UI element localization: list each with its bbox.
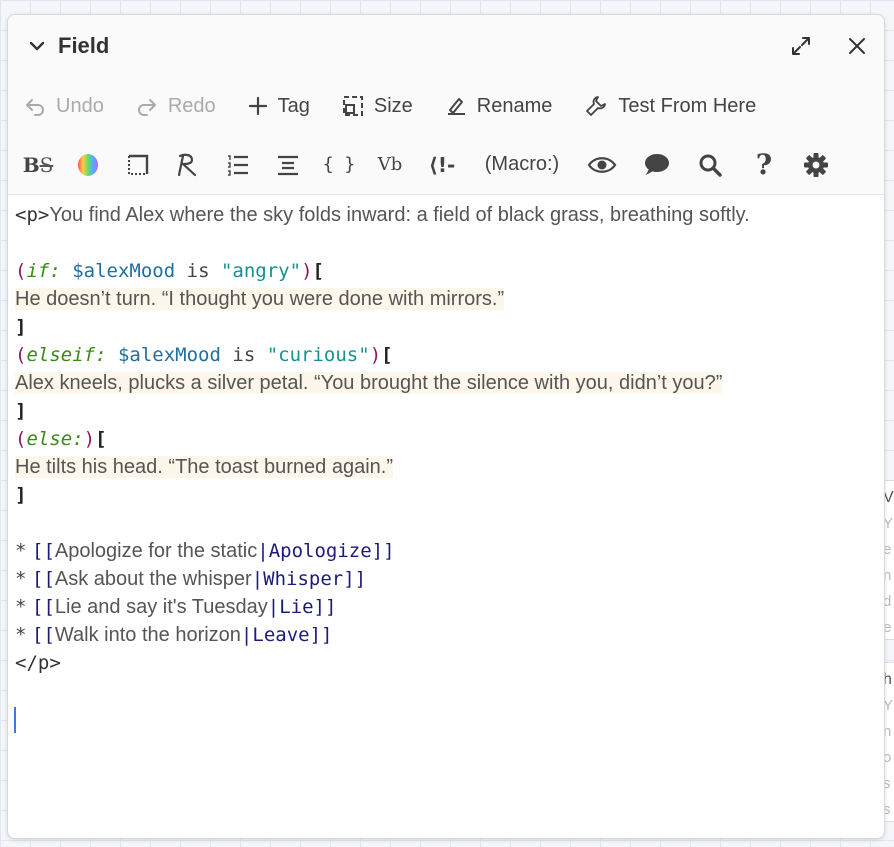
tag-label: Tag [277,94,310,117]
link-line: * [[Ask about the whisper|Whisper]] [15,568,367,590]
strike-icon: S [39,152,54,177]
editor-line: (elseif: $alexMood is "curious")[ [15,344,393,366]
braces-icon: { } [322,154,356,175]
editor-line: Alex kneels, plucks a silver petal. “You… [15,372,723,394]
editor-line: He tilts his head. “The toast burned aga… [15,456,393,478]
format-toolbar: BS { } Vb ⟨!- (Macro:) ? [8,135,884,195]
chevron-down-icon[interactable] [26,35,48,57]
undo-icon [26,99,44,116]
question-icon: ? [755,148,773,181]
editor-line: <p>You find Alex where the sky folds inw… [15,204,750,226]
editor-line: ] [15,400,27,422]
verbatim-button[interactable]: Vb [372,145,408,185]
link-line: * [[Apologize for the static|Apologize]] [15,540,395,562]
editor-line: He doesn’t turn. “I thought you were don… [15,288,505,310]
speech-button[interactable] [636,145,676,185]
comment-code-icon: ⟨!- [428,152,456,177]
bold-strike-button[interactable]: BS [20,145,56,185]
test-from-here-button[interactable]: Test From Here [584,94,756,118]
search-icon [699,154,722,177]
list-icon [228,154,248,176]
rotate-text-button[interactable] [170,145,206,185]
tag-button[interactable]: Tag [248,95,310,118]
size-button[interactable]: Size [342,95,413,118]
color-button[interactable] [70,145,106,185]
dialog-title: Field [58,33,110,58]
settings-button[interactable] [798,145,834,185]
size-icon [342,96,363,116]
speech-bubble-icon [645,153,669,175]
link-line: * [[Lie and say it's Tuesday|Lie]] [15,596,337,618]
editor-line: (else:)[ [15,428,107,450]
passage-text-editor[interactable]: <p>You find Alex where the sky folds inw… [8,195,884,733]
bold-icon: B [22,152,40,177]
macro-label: (Macro:) [484,153,560,175]
rainbow-color-icon [78,153,98,176]
size-label: Size [373,94,413,117]
passage-edit-dialog: Field Undo Redo Tag Size Rename Test Fro… [7,14,885,839]
editor-line: ] [15,316,27,338]
border-button[interactable] [120,145,156,185]
editor-line: ] [15,484,27,506]
find-button[interactable] [690,145,730,185]
macro-button[interactable]: (Macro:) [476,145,568,185]
dialog-titlebar: Field [8,15,884,77]
rename-button[interactable]: Rename [445,94,553,118]
editor-line: (if: $alexMood is "angry")[ [15,260,324,282]
align-center-button[interactable] [270,145,306,185]
preview-button[interactable] [582,145,622,185]
border-icon [128,154,149,175]
verbatim-icon: Vb [377,154,403,175]
test-from-here-label: Test From Here [618,94,757,117]
braces-button[interactable]: { } [320,145,358,185]
numbered-list-button[interactable] [220,145,256,185]
rename-icon [447,98,465,115]
rename-label: Rename [476,94,553,117]
maximize-icon[interactable] [788,33,814,59]
eye-icon [587,156,617,173]
redo-icon [137,99,156,116]
link-line: * [[Walk into the horizon|Leave]] [15,624,333,646]
text-cursor [14,707,16,733]
editor-line: </p> [15,652,61,674]
redo-button[interactable]: Redo [136,95,216,118]
align-center-icon [278,155,298,175]
comment-button[interactable]: ⟨!- [422,145,462,185]
undo-label: Undo [56,94,104,117]
plus-icon [248,96,267,116]
close-icon[interactable] [844,33,870,59]
text-transform-icon [177,153,197,176]
wrench-icon [586,96,607,116]
gear-icon [804,152,828,177]
undo-button[interactable]: Undo [24,95,104,118]
passage-toolbar: Undo Redo Tag Size Rename Test From Here [8,77,884,135]
redo-label: Redo [167,94,216,117]
help-button[interactable]: ? [744,145,784,185]
